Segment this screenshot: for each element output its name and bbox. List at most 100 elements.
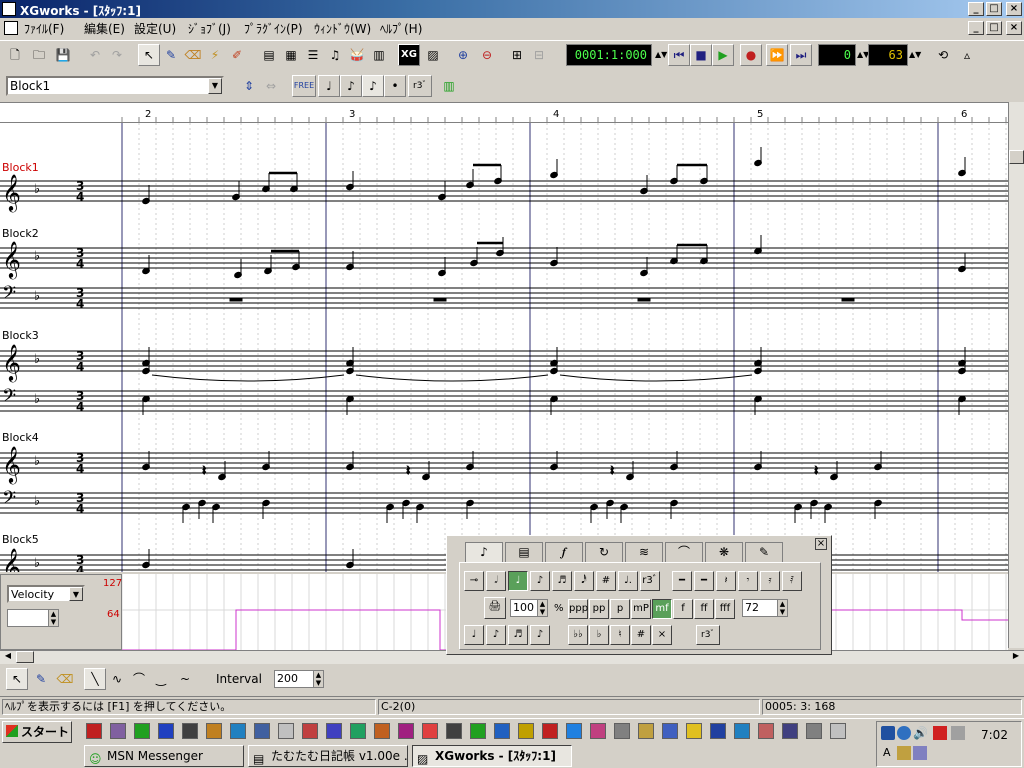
- line-tool-icon[interactable]: ╲: [84, 668, 106, 690]
- menu-plugin[interactable]: ﾌﾟﾗｸﾞｲﾝ(P): [244, 20, 303, 37]
- draw-tool-icon[interactable]: ✎: [30, 668, 52, 690]
- tab-pedal[interactable]: ❋: [705, 542, 743, 562]
- velocity-percent-input[interactable]: 100 ▲ ▼: [510, 599, 548, 617]
- triplet-button[interactable]: r3ﾞ: [408, 75, 432, 97]
- staff-canvas[interactable]: Block1𝄞 ♭ 34Block2𝄞 ♭ 34𝄢 ♭ 34Block3𝄞 ♭ 34𝄢 ♭ 34Bl…: [0, 103, 1008, 572]
- track-view-icon[interactable]: ▤: [258, 44, 280, 66]
- globe-icon[interactable]: [897, 726, 911, 740]
- network-icon[interactable]: [881, 726, 895, 740]
- dynamic-mf[interactable]: mf: [652, 599, 672, 619]
- chat-icon[interactable]: [494, 723, 510, 739]
- drive-icon[interactable]: [662, 723, 678, 739]
- measure-display[interactable]: 0: [818, 44, 856, 66]
- text-icon[interactable]: [446, 723, 462, 739]
- globe-icon[interactable]: [614, 723, 630, 739]
- palette-rest-5[interactable]: 𝅀: [782, 571, 802, 591]
- palette-tie-button[interactable]: ⊸: [464, 571, 484, 591]
- chevron-down-icon[interactable]: ▼: [69, 587, 83, 601]
- bunny-icon[interactable]: [782, 723, 798, 739]
- palette-note-0[interactable]: 𝅗𝅥: [486, 571, 506, 591]
- player-icon[interactable]: [734, 723, 750, 739]
- pointer-tool-icon[interactable]: ↖: [138, 44, 160, 66]
- ime-mode-icon[interactable]: [897, 746, 911, 760]
- folder-icon[interactable]: [686, 723, 702, 739]
- note-palette[interactable]: × ♪ ▤ 𝆑 ↻ ≋ ⌒ ❋ ✎ ⊸ 𝅗𝅥 ♩ ♪ ♬ 𝅘𝅥𝅰 # ♩. r3ﾞ ━ ━ 𝄽 𝄾 𝄿 𝅀 …: [446, 535, 832, 655]
- new-file-icon[interactable]: 🗋: [4, 44, 26, 66]
- measure-spinner[interactable]: ▲▼: [856, 44, 869, 66]
- open-folder-icon[interactable]: 🗀: [28, 44, 50, 66]
- accidental-4[interactable]: ×: [652, 625, 672, 645]
- toolbox-icon[interactable]: [86, 723, 102, 739]
- font-icon[interactable]: [398, 723, 414, 739]
- palette-close-button[interactable]: ×: [815, 538, 827, 550]
- palette-note-5[interactable]: #: [596, 571, 616, 591]
- quarter-note-button[interactable]: ♩: [318, 75, 340, 97]
- select-tool-icon[interactable]: ↖: [6, 668, 28, 690]
- palette-rest-4[interactable]: 𝄿: [760, 571, 780, 591]
- play-icon[interactable]: ▶: [712, 44, 734, 66]
- display-settings-icon[interactable]: ▥: [438, 75, 460, 97]
- menu-edit[interactable]: 編集(E): [84, 20, 125, 37]
- position-spinner[interactable]: ▲▼: [654, 44, 667, 66]
- velocity-input[interactable]: ▲ ▼: [7, 609, 59, 627]
- tempo-display[interactable]: 63: [868, 44, 908, 66]
- wave-tool-icon[interactable]: ~: [174, 668, 196, 690]
- hscroll-thumb[interactable]: [16, 651, 34, 663]
- score-view-icon[interactable]: ♫: [324, 44, 346, 66]
- music-icon[interactable]: [638, 723, 654, 739]
- event-list-icon[interactable]: ☰: [302, 44, 324, 66]
- task-xgworks[interactable]: ▨ XGworks - [ｽﾀｯﾌ:1]: [412, 745, 572, 767]
- palette-note-2[interactable]: ♪: [530, 571, 550, 591]
- interval-spinner[interactable]: ▲ ▼: [313, 671, 323, 687]
- accidental-3[interactable]: #: [631, 625, 651, 645]
- chevron-down-icon[interactable]: ▼: [208, 78, 222, 94]
- eraser-tool-icon[interactable]: ⌫: [182, 44, 204, 66]
- app-icon[interactable]: [2, 2, 16, 16]
- tab-expression[interactable]: ≋: [625, 542, 663, 562]
- menu-help[interactable]: ﾍﾙﾌﾟ(H): [380, 20, 422, 37]
- redo-icon[interactable]: ↷: [106, 44, 128, 66]
- game-icon[interactable]: [374, 723, 390, 739]
- tab-text[interactable]: ✎: [745, 542, 783, 562]
- interval-input[interactable]: 200 ▲ ▼: [274, 670, 324, 688]
- xg-editor-icon[interactable]: XG: [398, 44, 420, 66]
- scroll-thumb[interactable]: [1009, 150, 1024, 164]
- palette-note-7[interactable]: r3ﾞ: [640, 571, 660, 591]
- tab-dynamics[interactable]: 𝆑: [545, 542, 583, 562]
- metronome-icon[interactable]: ▵: [956, 44, 978, 66]
- dynamic-f[interactable]: f: [673, 599, 693, 619]
- calculator-icon[interactable]: [254, 723, 270, 739]
- palette-note-1[interactable]: ♩: [508, 571, 528, 591]
- ie2-icon[interactable]: [758, 723, 774, 739]
- tempo-spinner[interactable]: ▲▼: [908, 44, 921, 66]
- grace-note-3[interactable]: ♪: [530, 625, 550, 645]
- menu-window[interactable]: ｳｨﾝﾄﾞｳ(W): [314, 20, 371, 37]
- word-icon[interactable]: [158, 723, 174, 739]
- mail-icon[interactable]: [518, 723, 534, 739]
- dynamic-ppp[interactable]: ppp: [568, 599, 588, 619]
- alert-icon[interactable]: [933, 726, 947, 740]
- film-icon[interactable]: [110, 723, 126, 739]
- snap-icon[interactable]: ⊟: [528, 44, 550, 66]
- record-icon[interactable]: ●: [740, 44, 762, 66]
- undo-icon[interactable]: ↶: [84, 44, 106, 66]
- palette-rest-0[interactable]: ━: [672, 571, 692, 591]
- document-icon[interactable]: [4, 21, 18, 35]
- palette-rest-3[interactable]: 𝄾: [738, 571, 758, 591]
- align-icon[interactable]: ⇕: [238, 75, 260, 97]
- zoom-out-icon[interactable]: ⊖: [476, 44, 498, 66]
- maximize-button[interactable]: □: [986, 2, 1002, 16]
- doc-minimize-button[interactable]: _: [968, 21, 984, 35]
- ime-tools-icon[interactable]: [913, 746, 927, 760]
- tool-icon[interactable]: [470, 723, 486, 739]
- monitor-icon[interactable]: [542, 723, 558, 739]
- star-icon[interactable]: [566, 723, 582, 739]
- dynamic-pp[interactable]: pp: [589, 599, 609, 619]
- palette-note-6[interactable]: ♩.: [618, 571, 638, 591]
- stop-icon[interactable]: ■: [690, 44, 712, 66]
- task-msn-messenger[interactable]: ☺ MSN Messenger: [84, 745, 244, 767]
- wave-view-icon[interactable]: ▨: [422, 44, 444, 66]
- mixer-icon[interactable]: [590, 723, 606, 739]
- palette-rest-1[interactable]: ━: [694, 571, 714, 591]
- print-icon[interactable]: 🖨: [484, 597, 506, 619]
